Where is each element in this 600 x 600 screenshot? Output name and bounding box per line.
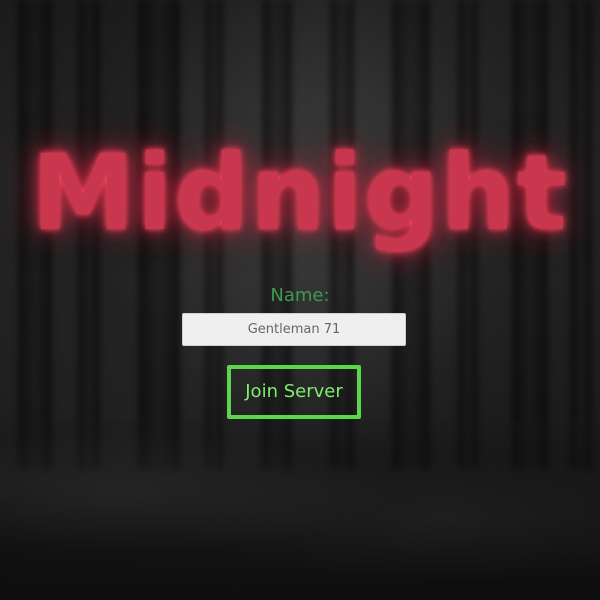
forest-floor xyxy=(0,420,600,600)
login-screen: Midnight Name: Join Server xyxy=(0,0,600,600)
game-title: Midnight xyxy=(31,132,569,254)
join-server-button[interactable]: Join Server xyxy=(227,365,361,419)
name-label: Name: xyxy=(270,285,330,306)
name-input[interactable] xyxy=(182,313,406,346)
